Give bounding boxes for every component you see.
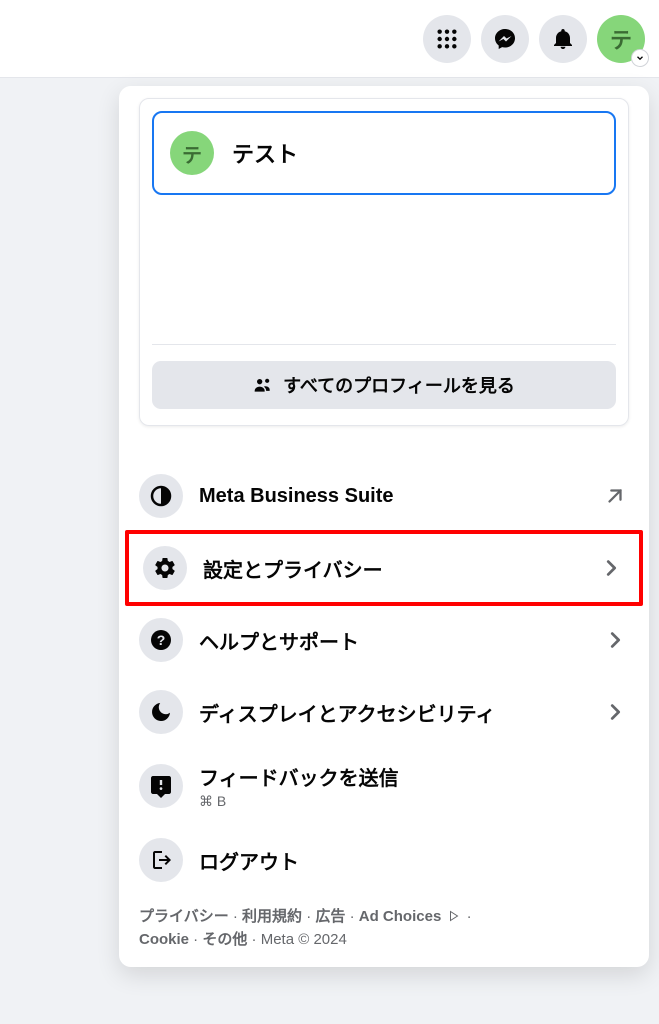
footer-link-more[interactable]: その他: [202, 931, 260, 948]
help-icon: ?: [139, 618, 183, 662]
logout-icon: [139, 838, 183, 882]
moon-icon: [139, 690, 183, 734]
menu-label: ディスプレイとアクセシビリティ: [199, 698, 585, 727]
footer-link-privacy[interactable]: プライバシー: [139, 908, 242, 925]
header: テ: [0, 0, 659, 78]
adchoices-icon: [448, 910, 460, 922]
people-icon: [253, 375, 273, 395]
menu-item-logout[interactable]: ログアウト: [127, 824, 641, 896]
menu-label: Meta Business Suite: [199, 485, 585, 508]
account-dropdown: テ テスト すべてのプロフィールを見る Meta Business Suite: [119, 86, 649, 967]
profile-name: テスト: [232, 137, 298, 169]
footer-link-cookie[interactable]: Cookie: [139, 931, 202, 948]
bell-icon: [551, 27, 575, 51]
account-avatar-button[interactable]: テ: [597, 15, 645, 63]
menu-item-help-support[interactable]: ? ヘルプとサポート: [127, 604, 641, 676]
footer-link-adchoices[interactable]: Ad Choices: [359, 908, 442, 925]
menu-item-settings-privacy[interactable]: 設定とプライバシー: [125, 530, 643, 606]
chevron-down-icon: [631, 49, 649, 67]
gear-icon: [143, 546, 187, 590]
notifications-button[interactable]: [539, 15, 587, 63]
profile-avatar: テ: [170, 131, 214, 175]
footer-link-ads[interactable]: 広告: [315, 908, 358, 925]
feedback-icon: [139, 764, 183, 808]
profile-row[interactable]: テ テスト: [152, 111, 616, 195]
business-suite-icon: [139, 474, 183, 518]
messenger-button[interactable]: [481, 15, 529, 63]
footer-meta-copyright: Meta © 2024: [261, 931, 347, 948]
footer-link-terms[interactable]: 利用規約: [242, 908, 315, 925]
view-all-profiles-label: すべてのプロフィールを見る: [283, 372, 515, 398]
profile-card: テ テスト すべてのプロフィールを見る: [139, 98, 629, 426]
apps-menu-button[interactable]: [423, 15, 471, 63]
chevron-right-icon: [601, 701, 629, 723]
menu-label: フィードバックを送信: [199, 762, 629, 791]
menu-item-business-suite[interactable]: Meta Business Suite: [127, 460, 641, 532]
avatar-initial: テ: [610, 23, 632, 55]
chevron-right-icon: [597, 557, 625, 579]
profile-card-spacer: [152, 195, 616, 345]
menu-label: 設定とプライバシー: [203, 554, 581, 583]
messenger-icon: [493, 27, 517, 51]
grid-icon: [436, 28, 458, 50]
menu-label: ヘルプとサポート: [199, 626, 585, 655]
menu-label: ログアウト: [199, 846, 629, 875]
external-link-icon: [601, 485, 629, 507]
menu-shortcut: ⌘ B: [199, 793, 629, 810]
menu-item-feedback[interactable]: フィードバックを送信 ⌘ B: [127, 748, 641, 824]
chevron-right-icon: [601, 629, 629, 651]
view-all-profiles-button[interactable]: すべてのプロフィールを見る: [152, 361, 616, 409]
avatar-initial: テ: [182, 139, 202, 168]
dropdown-footer: プライバシー 利用規約 広告 Ad Choices Cookie その他 Met…: [119, 896, 649, 951]
svg-text:?: ?: [157, 632, 166, 648]
account-menu: Meta Business Suite 設定とプライバシー ? ヘルプとサポート: [119, 452, 649, 896]
menu-item-display-accessibility[interactable]: ディスプレイとアクセシビリティ: [127, 676, 641, 748]
